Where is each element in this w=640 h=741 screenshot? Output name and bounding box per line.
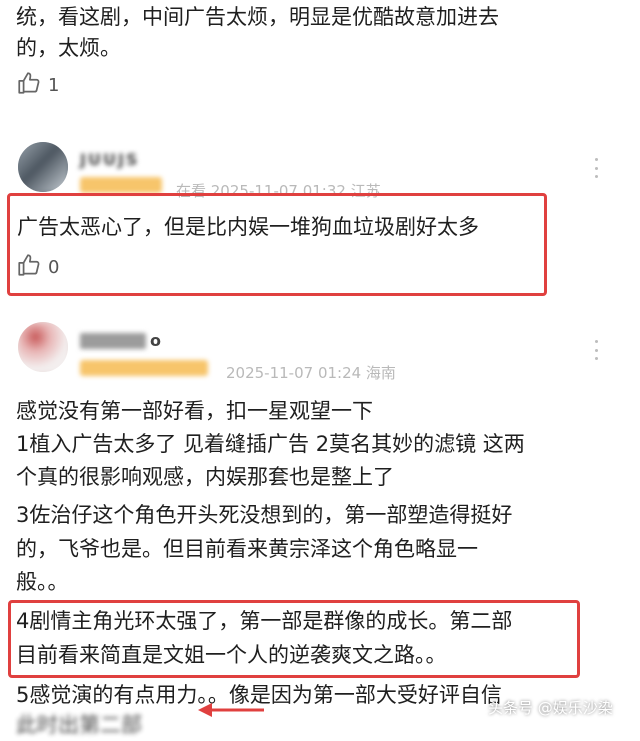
comment-text-line: 3佐治仔这个角色开头死没想到的，第一部塑造得挺好 [16,503,513,527]
like-button[interactable]: 0 [16,252,59,282]
avatar[interactable] [18,142,68,192]
arrow-left-icon [196,700,266,724]
more-options-icon[interactable] [586,340,606,360]
watermark: 头条号 @娱乐沙染 [488,699,613,717]
avatar[interactable] [18,322,68,372]
comment-text-line: 感觉没有第一部好看，扣一星观望一下 [16,399,373,423]
user-badge [80,360,208,376]
comment-text-line: 目前看来简直是文姐一个人的逆袭爽文之路。。 [16,643,447,667]
comment-text: 广告太恶心了，但是比内娱一堆狗血垃圾剧好太多 [17,215,479,239]
username[interactable]: JUUJS [80,150,139,169]
comment-text-line: 1植入广告太多了 见着缝插广告 2莫名其妙的滤镜 这两 [16,432,525,456]
username-redacted [80,333,146,349]
comment-text-line: 此时出第二部 [16,713,142,737]
comment-meta: 2025-11-07 01:24 海南 [226,364,396,382]
username[interactable]: o [150,331,161,350]
comment-text-line: 的，太烦。 [16,36,121,60]
comment-text-line: 般。。 [16,570,69,594]
highlight-box [7,193,547,296]
user-badge [80,177,162,193]
comment-text-line: 个真的很影响观感，内娱那套也是整上了 [16,465,394,489]
like-count: 0 [48,256,60,278]
thumbs-up-icon [16,70,42,100]
comment-text-line: 统，看这剧，中间广告太烦，明显是优酷故意加进去 [16,5,499,29]
thumbs-up-icon [16,252,42,282]
like-button[interactable]: 1 [16,70,59,100]
comment-text-line: 4剧情主角光环太强了，第一部是群像的成长。第二部 [16,609,513,633]
like-count: 1 [48,74,60,96]
more-options-icon[interactable] [586,158,606,178]
comment-text-line: 的，飞爷也是。但目前看来黄宗泽这个角色略显一 [16,537,478,561]
